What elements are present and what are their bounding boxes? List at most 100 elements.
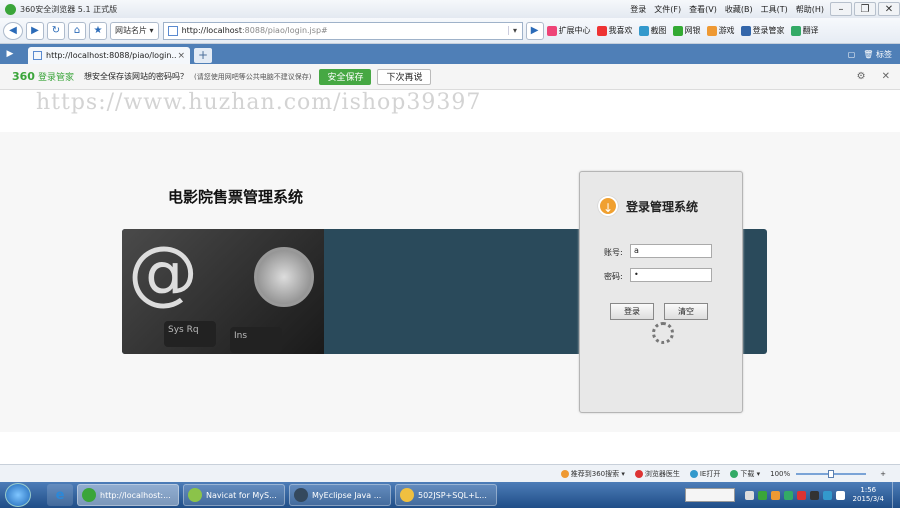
tray-icon[interactable] (783, 490, 793, 500)
address-bar[interactable]: http://localhost :8088/piao/login.jsp# ▾ (162, 21, 523, 40)
tools-menu[interactable]: 工具(T) (757, 4, 792, 15)
save-question: 想安全保存该网站的密码吗？ (83, 72, 188, 81)
title-right: 登录 文件(F) 查看(V) 收藏(B) 工具(T) 帮助(H) – ❐ ✕ (626, 0, 900, 18)
file-menu[interactable]: 文件(F) (650, 4, 685, 15)
downloads-label: 下载 ▾ (740, 469, 761, 478)
tray-icon[interactable] (822, 490, 832, 500)
key-ins: Ins (230, 327, 282, 353)
screenshot-tool[interactable]: 截图 (636, 25, 670, 36)
brand-login-manager: 登录管家 (37, 73, 74, 83)
go-button[interactable]: ▶ (525, 21, 544, 40)
zoom-plus-icon[interactable]: + (880, 470, 886, 478)
recommend-search[interactable]: 推荐到360搜索 ▾ (560, 469, 625, 479)
task-browser[interactable]: http://localhost:... (77, 484, 179, 506)
new-tab-button[interactable]: + (194, 48, 212, 63)
forward-button[interactable]: ▶ (26, 21, 44, 40)
games-icon (706, 25, 717, 36)
zoom-slider[interactable] (796, 469, 867, 478)
login-header: ↓ 登录管理系统 (598, 196, 698, 216)
downloads[interactable]: 下载 ▾ (730, 469, 760, 479)
tray-icon[interactable] (796, 490, 806, 500)
login-manager-tool[interactable]: 登录管家 (738, 25, 788, 36)
watermark: https://www.huzhan.com/ishop39397 (36, 90, 482, 115)
tray-icon[interactable] (757, 490, 767, 500)
title-bar: 360安全浏览器 5.1 正式版 登录 文件(F) 查看(V) 收藏(B) 工具… (0, 0, 900, 18)
home-button[interactable]: ⌂ (68, 21, 86, 40)
view-menu[interactable]: 查看(V) (685, 4, 721, 15)
zoom-knob[interactable] (828, 469, 835, 478)
clock[interactable]: 1:56 2015/3/4 (853, 486, 884, 504)
tray-icon[interactable] (770, 490, 780, 500)
start-button[interactable] (5, 483, 31, 507)
tab-bar: ▶ http://localhost:8088/piao/login... × … (0, 44, 900, 64)
gear-icon[interactable]: ⚙ (857, 71, 866, 82)
back-button[interactable]: ◀ (3, 21, 23, 40)
browser-logo-icon (5, 3, 16, 15)
account-input[interactable]: a (630, 244, 712, 258)
taskbar: e http://localhost:... Navicat for MyS..… (0, 482, 900, 508)
myeclipse-task-icon (294, 488, 308, 502)
extensions-icon (546, 25, 557, 36)
password-save-bar: 360 登录管家 想安全保存该网站的密码吗？ (请您使用网吧等公共电脑不建议保存… (0, 64, 900, 90)
window-title: 360安全浏览器 5.1 正式版 (20, 4, 118, 14)
sidebar-toggle-icon[interactable]: ▶ (0, 44, 20, 64)
favorites-menu[interactable]: 收藏(B) (721, 4, 757, 15)
folder-task-icon (400, 488, 414, 502)
bank-tool[interactable]: 网银 (670, 25, 704, 36)
task-navicat[interactable]: Navicat for MyS... (183, 484, 285, 506)
safe-save-button[interactable]: 安全保存 (319, 68, 372, 85)
save-note: (请您使用网吧等公共电脑不建议保存) (193, 72, 312, 81)
tray-icon[interactable] (809, 490, 819, 500)
clear-button[interactable]: 清空 (664, 303, 708, 320)
tab-close-button[interactable]: × (177, 51, 185, 61)
favorites-dropdown[interactable]: 网站名片 ▾ (110, 21, 159, 40)
task-myeclipse[interactable]: MyEclipse Java ... (289, 484, 391, 506)
maximize-button[interactable]: ❐ (854, 2, 876, 16)
bank-label: 网银 (684, 26, 701, 35)
ie-taskbar-icon[interactable]: e (47, 484, 73, 506)
url-host: http://localhost (181, 26, 242, 35)
show-desktop-button[interactable] (892, 482, 900, 508)
extensions-tool[interactable]: 扩展中心 (544, 25, 594, 36)
login-menu[interactable]: 登录 (626, 4, 650, 15)
login-button[interactable]: 登录 (610, 303, 654, 320)
later-button[interactable]: 下次再说 (377, 68, 432, 85)
clock-time: 1:56 (860, 486, 877, 494)
login-manager-label: 登录管家 (752, 26, 785, 35)
nav-toolbar: ◀ ▶ ↻ ⌂ ★ 网站名片 ▾ http://localhost :8088/… (0, 18, 900, 44)
download-icon (730, 469, 739, 478)
password-input[interactable]: • (630, 268, 712, 282)
volume-icon[interactable] (835, 490, 845, 500)
account-label: 账号: (604, 248, 623, 257)
close-bar-icon[interactable]: ✕ (882, 71, 890, 82)
key-icon (740, 25, 751, 36)
restore-tab-icon[interactable]: ▢ (848, 50, 856, 59)
like-label: 我喜欢 (608, 26, 633, 35)
translate-tool[interactable]: 翻译 (788, 25, 822, 36)
task-folder[interactable]: 502JSP+SQL+L... (395, 484, 497, 506)
task-label: 502JSP+SQL+L... (418, 490, 487, 500)
close-button[interactable]: ✕ (878, 2, 900, 16)
trash-tabs-button[interactable]: 🗑 标签 (863, 49, 892, 60)
ime-box[interactable] (684, 488, 735, 502)
like-tool[interactable]: 我喜欢 (594, 25, 636, 36)
password-label: 密码: (604, 272, 623, 281)
navicat-task-icon (188, 488, 202, 502)
tab-label: http://localhost:8088/piao/login... (46, 51, 178, 60)
help-menu[interactable]: 帮助(H) (792, 4, 828, 15)
refresh-button[interactable]: ↻ (47, 21, 65, 40)
brand-360: 360 (12, 70, 35, 83)
zoom-level[interactable]: 100% (770, 470, 790, 478)
status-bar: 推荐到360搜索 ▾ 浏览器医生 IE打开 下载 ▾ 100% + (0, 464, 900, 482)
ie-open[interactable]: IE打开 (689, 469, 721, 479)
ie-label: IE打开 (699, 469, 721, 478)
browser-doctor[interactable]: 浏览器医生 (634, 469, 680, 479)
ie-icon (689, 469, 698, 478)
favorite-star-button[interactable]: ★ (89, 21, 107, 40)
games-tool[interactable]: 游戏 (704, 25, 738, 36)
address-dropdown[interactable]: ▾ (507, 26, 522, 35)
tab-login-page[interactable]: http://localhost:8088/piao/login... × (28, 47, 190, 64)
extensions-label: 扩展中心 (558, 26, 591, 35)
tray-icon[interactable] (744, 490, 754, 500)
minimize-button[interactable]: – (830, 2, 852, 16)
